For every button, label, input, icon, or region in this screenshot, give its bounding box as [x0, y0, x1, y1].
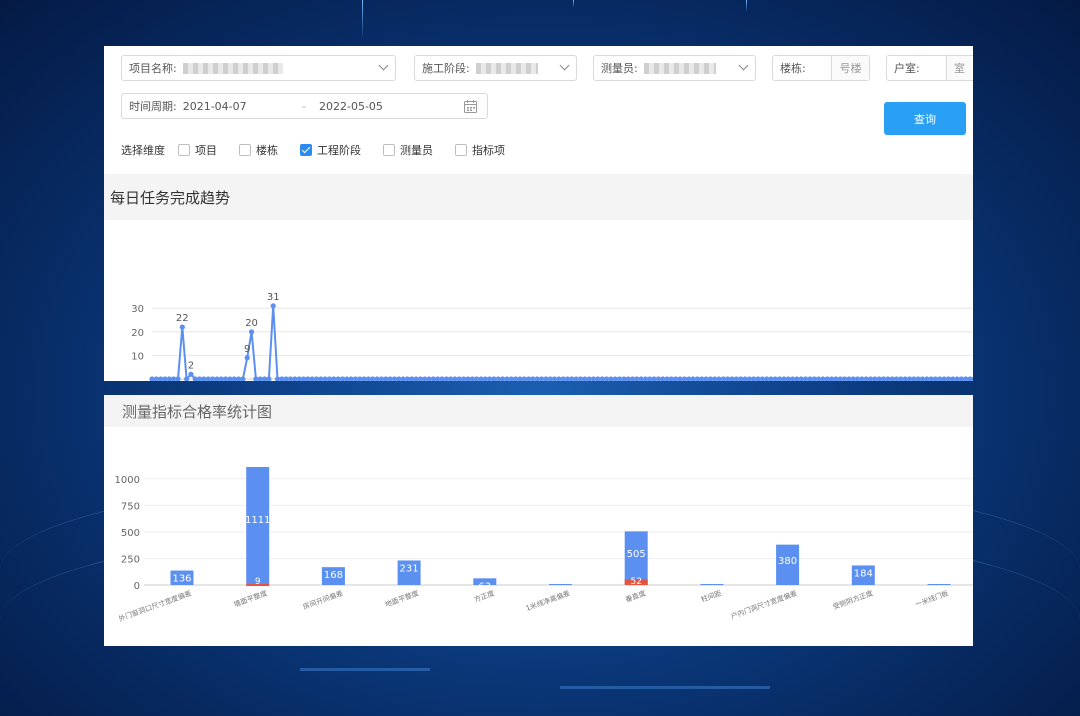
x-tick-label: 1米线净高偏差 — [524, 588, 571, 612]
checkbox-checked[interactable] — [300, 144, 312, 156]
y-tick-label: 1000 — [115, 475, 140, 486]
dimension-option-stage[interactable]: 工程阶段 — [300, 142, 361, 158]
stage-select[interactable]: 施工阶段: — [414, 55, 577, 81]
dimension-label: 选择维度 — [121, 144, 165, 157]
y-tick-label: 500 — [121, 528, 140, 539]
surveyor-select[interactable]: 测量员: — [593, 55, 756, 81]
option-label: 项目 — [195, 144, 217, 157]
date-separator: - — [302, 99, 306, 113]
checkbox[interactable] — [178, 144, 190, 156]
building-label: 楼栋: — [780, 62, 806, 75]
end-date-input[interactable]: 2022-05-05 — [319, 100, 383, 113]
data-label: 231 — [400, 563, 419, 574]
data-point — [188, 371, 194, 377]
unit-input[interactable]: 户室: 室 — [886, 55, 973, 81]
data-label: 505 — [627, 549, 646, 560]
dimension-option-project[interactable]: 项目 — [178, 142, 217, 158]
quality-stats-panel: 测量指标合格率统计图 0 250 500 750 1000 136 外门窗洞口尺寸宽度偏差 1… — [104, 395, 973, 646]
bar — [700, 584, 724, 585]
project-name-select[interactable]: 项目名称: — [121, 55, 396, 81]
y-tick-label: 0 — [134, 581, 140, 592]
data-label: 9 — [244, 344, 250, 355]
y-tick-label: 20 — [131, 328, 144, 339]
x-tick-label: 受侧阴方正度 — [831, 588, 874, 611]
option-label: 指标项 — [472, 144, 505, 157]
x-tick-label: 房间开间偏差 — [302, 588, 345, 611]
quality-section-title: 测量指标合格率统计图 — [104, 395, 973, 427]
building-input[interactable]: 楼栋: 号楼 — [772, 55, 870, 81]
unit-label: 户室: — [894, 62, 920, 75]
data-point — [175, 376, 181, 381]
y-tick-label: 250 — [121, 554, 140, 565]
checkbox[interactable] — [455, 144, 467, 156]
bar — [927, 584, 951, 585]
option-label: 测量员 — [400, 144, 433, 157]
filter-and-trend-panel: 项目名称: 施工阶段: 测量员: 楼栋: 号楼 户室: 室 时间周期: 2021… — [104, 46, 973, 381]
data-label: 20 — [245, 318, 258, 329]
x-tick-label: 垂直度 — [624, 588, 647, 604]
stage-value — [475, 62, 538, 74]
data-label: 9 — [255, 577, 261, 587]
bg-glow-line — [573, 0, 574, 8]
x-tick-label: 墙面平整度 — [232, 588, 268, 608]
data-label: 2 — [188, 360, 194, 371]
start-date-input[interactable]: 2021-04-07 — [183, 100, 247, 113]
data-label: 136 — [172, 574, 191, 585]
data-point — [179, 324, 185, 330]
project-name-value — [182, 62, 283, 74]
dimension-option-surveyor[interactable]: 测量员 — [383, 142, 433, 158]
daily-trend-line-chart: 1020304/074/144/214/285/055/125/195/266/… — [131, 292, 973, 381]
data-label: 22 — [176, 313, 189, 324]
data-label: 1111 — [245, 515, 270, 526]
building-suffix: 号楼 — [831, 56, 869, 80]
bar — [549, 584, 572, 585]
x-tick-label: 一米线门板 — [914, 588, 950, 608]
period-label: 时间周期: — [129, 100, 177, 113]
y-tick-label: 30 — [131, 304, 144, 315]
query-button[interactable]: 查询 — [884, 102, 966, 135]
data-label: 52 — [630, 577, 641, 587]
dimension-selector: 选择维度 项目 楼栋 工程阶段 测量员 指标项 — [121, 142, 505, 158]
surveyor-value — [643, 62, 716, 74]
x-tick-label: 地面平整度 — [384, 588, 420, 608]
stage-label: 施工阶段: — [422, 62, 470, 75]
chevron-down-icon — [378, 60, 389, 71]
data-label: 380 — [778, 556, 797, 567]
data-point — [248, 329, 255, 335]
data-point — [240, 376, 246, 381]
dimension-option-building[interactable]: 楼栋 — [239, 142, 278, 158]
checkbox[interactable] — [383, 144, 395, 156]
bg-glow-line — [362, 0, 363, 40]
unit-suffix: 室 — [946, 56, 972, 80]
data-point — [266, 376, 272, 381]
data-label: 168 — [324, 570, 343, 581]
date-range-picker[interactable]: 时间周期: 2021-04-07 - 2022-05-05 — [121, 93, 488, 119]
x-tick-label: 户内门洞尺寸宽度偏差 — [729, 588, 798, 620]
checkbox[interactable] — [239, 144, 251, 156]
x-tick-label: 柱间距 — [700, 588, 723, 604]
bar — [246, 467, 270, 585]
data-point — [244, 355, 250, 361]
option-label: 楼栋 — [256, 144, 278, 157]
bg-glow-line — [746, 0, 747, 12]
dimension-option-indicator[interactable]: 指标项 — [455, 142, 505, 158]
bg-bar — [560, 686, 770, 689]
calendar-icon[interactable] — [464, 100, 477, 113]
data-label: 184 — [854, 568, 873, 579]
chevron-down-icon — [738, 60, 749, 71]
option-label: 工程阶段 — [317, 144, 361, 157]
quality-bar-chart: 0 250 500 750 1000 136 外门窗洞口尺寸宽度偏差 1111 9墙面平整度 16… — [115, 467, 973, 623]
series-line — [152, 305, 973, 381]
data-label: 31 — [267, 292, 280, 303]
x-tick-label: 外门窗洞口尺寸宽度偏差 — [117, 588, 192, 623]
bg-bar — [300, 668, 430, 671]
surveyor-label: 测量员: — [601, 62, 638, 75]
trend-section-title: 每日任务完成趋势 — [104, 174, 973, 220]
y-tick-label: 750 — [121, 501, 140, 512]
project-name-label: 项目名称: — [129, 62, 177, 75]
chevron-down-icon — [559, 60, 570, 71]
data-point — [270, 303, 276, 309]
y-tick-label: 10 — [131, 351, 144, 362]
